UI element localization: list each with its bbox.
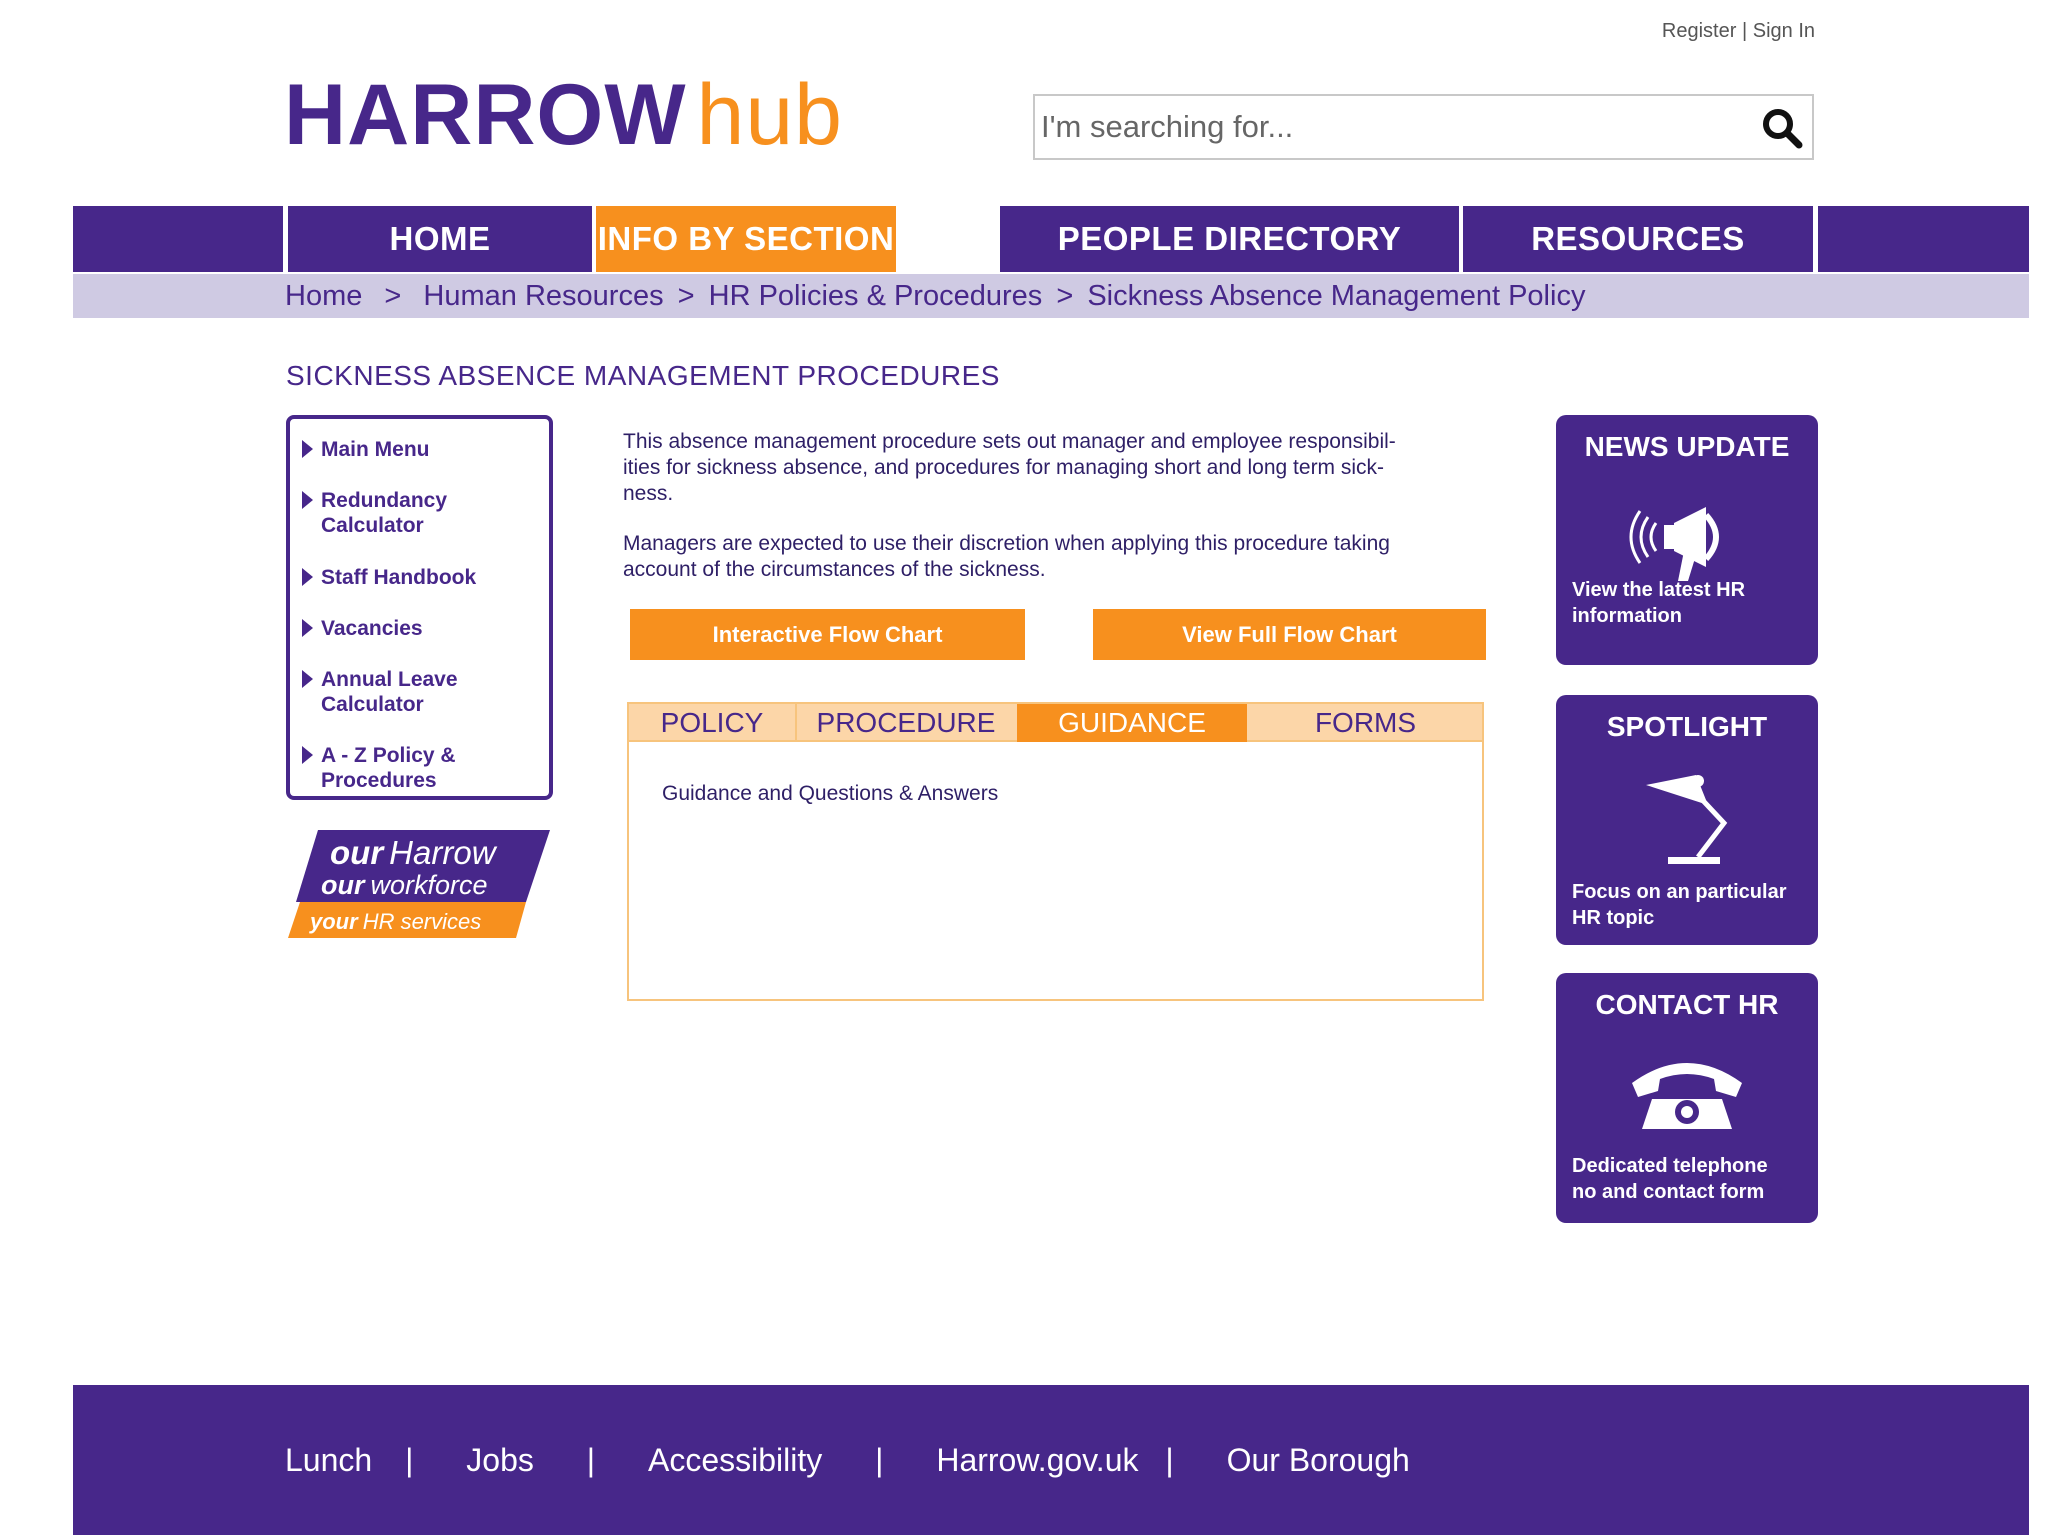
breadcrumb: Home > Human Resources > HR Policies & P… [285, 280, 1591, 313]
menu-item-annual-leave-calculator[interactable]: Annual Leave Calculator [302, 667, 471, 717]
footer-separator: | [1165, 1442, 1174, 1478]
chevron-right-icon [302, 568, 313, 586]
card-desc-line: information [1572, 605, 1682, 627]
logo-hub-text: hub [696, 67, 843, 163]
badge-line2-a: our [321, 870, 366, 900]
search-box [1033, 94, 1814, 160]
search-input[interactable] [1041, 102, 1741, 152]
chevron-right-icon [302, 746, 313, 764]
badge-line1-a: our [330, 834, 385, 871]
menu-item-redundancy-calculator[interactable]: Redundancy Calculator [302, 488, 471, 538]
card-desc-line: no and contact form [1572, 1181, 1765, 1203]
view-full-flow-chart-button[interactable]: View Full Flow Chart [1093, 609, 1486, 660]
tab-guidance[interactable]: GUIDANCE [1017, 704, 1247, 742]
site-logo[interactable]: HARROW hub [284, 72, 843, 158]
tab-procedure[interactable]: PROCEDURE [797, 704, 1015, 742]
card-title: SPOTLIGHT [1606, 711, 1768, 742]
breadcrumb-separator: > [677, 280, 695, 312]
svg-text:ourHarrow: our Harrow [330, 834, 498, 871]
footer-link-accessibility[interactable]: Accessibility [648, 1442, 822, 1479]
page-title: SICKNESS ABSENCE MANAGEMENT PROCEDURES [286, 360, 1000, 391]
card-description: Dedicated telephone no and contact form [1572, 1153, 1812, 1205]
menu-item-label: Redundancy Calculator [321, 489, 448, 537]
tab-forms[interactable]: FORMS [1249, 704, 1482, 742]
discretion-paragraph: Managers are expected to use their discr… [623, 531, 1473, 583]
procedure-tabs-panel: POLICY PROCEDURE GUIDANCE FORMS Guidance… [627, 702, 1484, 1001]
menu-item-staff-handbook[interactable]: Staff Handbook [302, 565, 541, 590]
breadcrumb-hr-policies[interactable]: HR Policies & Procedures [709, 280, 1043, 312]
nav-home[interactable]: HOME [288, 206, 592, 272]
intro-line: ities for sickness absence, and procedur… [623, 456, 1385, 479]
intro-line: This absence management procedure sets o… [623, 430, 1396, 453]
footer-link-jobs[interactable]: Jobs [466, 1442, 534, 1479]
left-side-menu: Main Menu Redundancy Calculator Staff Ha… [286, 415, 553, 800]
footer-separator: | [405, 1442, 414, 1478]
search-icon[interactable] [1760, 106, 1804, 150]
chevron-right-icon [302, 440, 313, 458]
spotlight-card[interactable]: SPOTLIGHT Focus on an particular HR topi… [1556, 695, 1818, 945]
account-links: Register | Sign In [1600, 20, 1815, 43]
discretion-line: account of the circumstances of the sick… [623, 558, 1046, 581]
card-desc-line: View the latest HR [1572, 579, 1746, 601]
breadcrumb-home[interactable]: Home [285, 280, 362, 312]
top-links-separator: | [1741, 20, 1748, 42]
footer-link-harrow-gov-uk[interactable]: Harrow.gov.uk [936, 1442, 1138, 1479]
card-desc-line: Dedicated telephone [1572, 1155, 1768, 1177]
our-harrow-workforce-logo[interactable]: our Harrow our workforce your HR services [288, 830, 550, 938]
card-desc-line: HR topic [1572, 907, 1655, 929]
badge-line3-a: your [309, 909, 359, 934]
guidance-link[interactable]: Guidance and Questions & Answers [662, 782, 998, 806]
chevron-right-icon [302, 619, 313, 637]
card-title: NEWS UPDATE [1584, 431, 1790, 462]
menu-item-label: A - Z Policy & Procedures [321, 744, 456, 792]
card-description: Focus on an particular HR topic [1572, 879, 1812, 931]
main-nav: HOME INFO BY SECTION PEOPLE DIRECTORY RE… [73, 206, 2029, 272]
footer-separator: | [875, 1442, 884, 1478]
desk-lamp-icon [1646, 775, 1728, 864]
logo-harrow-text: HARROW [284, 67, 687, 163]
sign-in-link[interactable]: Sign In [1753, 20, 1815, 42]
footer-link-our-borough[interactable]: Our Borough [1227, 1442, 1410, 1479]
footer-separator: | [586, 1442, 596, 1478]
discretion-line: Managers are expected to use their discr… [623, 532, 1390, 555]
chevron-right-icon [302, 670, 313, 688]
nav-info-by-section[interactable]: INFO BY SECTION [596, 206, 896, 272]
breadcrumb-separator: > [1056, 280, 1074, 312]
intro-line: ness. [623, 482, 674, 505]
badge-line3-b: HR services [363, 909, 482, 934]
card-description: View the latest HR information [1572, 577, 1812, 629]
chevron-right-icon [302, 491, 313, 509]
breadcrumb-separator: > [384, 280, 402, 312]
footer-link-lunch[interactable]: Lunch [285, 1442, 372, 1479]
breadcrumb-current-page[interactable]: Sickness Absence Management Policy [1087, 280, 1585, 312]
menu-item-label: Main Menu [321, 438, 430, 461]
svg-text:ourworkforce: our workforce [321, 870, 488, 900]
nav-resources[interactable]: RESOURCES [1463, 206, 1813, 272]
tab-policy[interactable]: POLICY [629, 704, 795, 742]
card-desc-line: Focus on an particular [1572, 881, 1787, 903]
menu-item-label: Annual Leave Calculator [321, 668, 458, 716]
menu-item-label: Staff Handbook [321, 566, 477, 589]
menu-item-main-menu[interactable]: Main Menu [302, 437, 541, 462]
nav-filler-left [73, 206, 283, 272]
telephone-icon [1632, 1063, 1742, 1129]
nav-people-directory[interactable]: PEOPLE DIRECTORY [1000, 206, 1459, 272]
menu-item-a-z-policy[interactable]: A - Z Policy & Procedures [302, 743, 471, 793]
interactive-flow-chart-button[interactable]: Interactive Flow Chart [630, 609, 1025, 660]
breadcrumb-human-resources[interactable]: Human Resources [423, 280, 663, 312]
footer-links: Lunch | Jobs | Accessibility | Harrow.go… [285, 1442, 1410, 1479]
badge-line2-b: workforce [371, 870, 488, 900]
nav-filler-right [1818, 206, 2029, 272]
contact-hr-card[interactable]: CONTACT HR Dedicated telephone no and co… [1556, 973, 1818, 1223]
news-update-card[interactable]: NEWS UPDATE View the latest HR informati… [1556, 415, 1818, 665]
menu-item-vacancies[interactable]: Vacancies [302, 616, 541, 641]
menu-item-label: Vacancies [321, 617, 423, 640]
svg-text:yourHR services: your HR services [309, 909, 481, 934]
tab-bar: POLICY PROCEDURE GUIDANCE FORMS [629, 704, 1482, 742]
card-title: CONTACT HR [1595, 989, 1779, 1020]
register-link[interactable]: Register [1662, 20, 1736, 42]
badge-line1-b: Harrow [389, 834, 498, 871]
intro-paragraph: This absence management procedure sets o… [623, 429, 1473, 507]
